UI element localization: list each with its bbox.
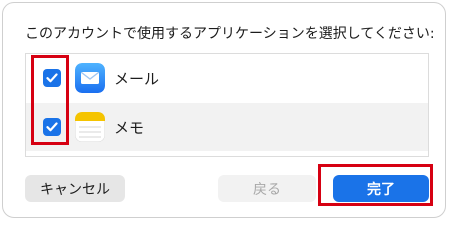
account-apps-dialog: このアカウントで使用するアプリケーションを選択してください: メール メモ キャ… [2,2,446,218]
app-list: メール メモ [25,53,429,157]
mail-app-icon [75,63,105,93]
checkmark-icon [46,73,58,83]
mail-app-label: メール [114,69,160,88]
dialog-prompt: このアカウントで使用するアプリケーションを選択してください: [25,26,435,42]
done-button[interactable]: 完了 [333,175,429,202]
list-item-notes[interactable]: メモ [26,103,428,151]
list-item-mail[interactable]: メール [26,54,428,102]
checkmark-icon [46,122,58,132]
notes-app-label: メモ [114,118,145,137]
mail-checkbox[interactable] [43,69,61,87]
back-button[interactable]: 戻る [218,175,316,202]
notes-checkbox[interactable] [43,118,61,136]
notes-app-icon [75,112,105,142]
cancel-button[interactable]: キャンセル [25,175,125,202]
